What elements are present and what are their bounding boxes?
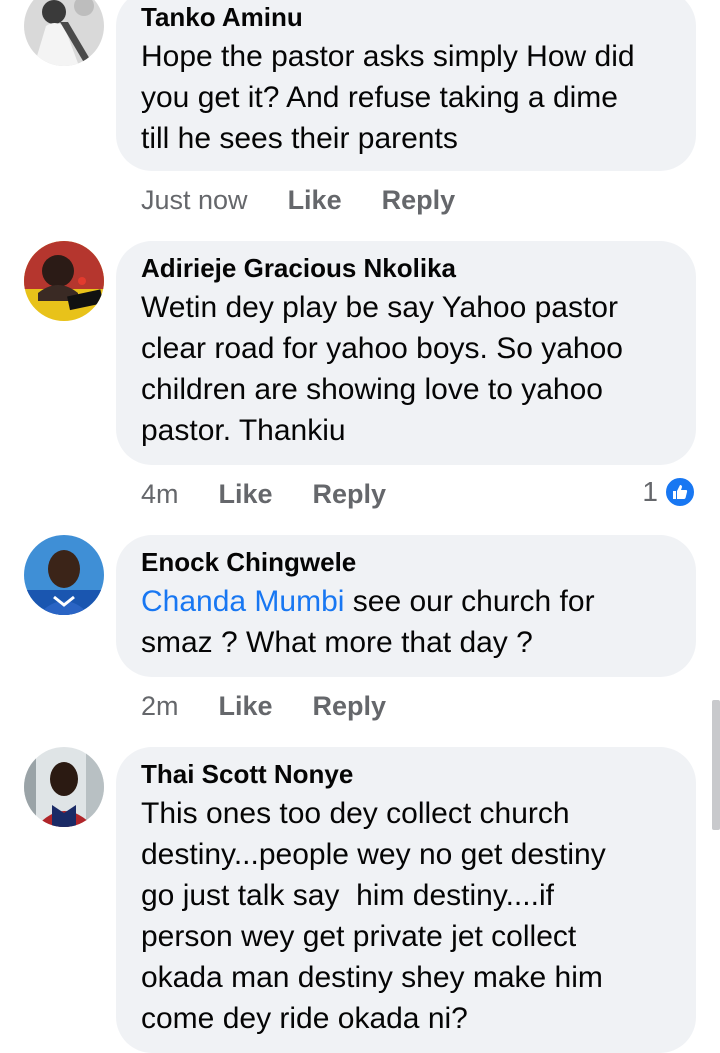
commenter-name[interactable]: Tanko Aminu — [141, 2, 670, 32]
like-button[interactable]: Like — [219, 478, 273, 510]
avatar[interactable] — [24, 241, 104, 321]
comment-actions: Just now Like Reply — [141, 184, 495, 216]
like-button[interactable]: Like — [288, 184, 342, 216]
mention-link[interactable]: Chanda Mumbi — [141, 585, 344, 618]
comment-actions: 2m Like Reply — [141, 690, 426, 722]
comment-actions: 4m Like Reply — [141, 478, 426, 510]
comment-text: This ones too dey collect church destiny… — [141, 797, 606, 1035]
like-button[interactable]: Like — [219, 690, 273, 722]
commenter-name[interactable]: Enock Chingwele — [141, 547, 670, 577]
comment-bubble: Thai Scott Nonye This ones too dey colle… — [116, 747, 696, 1053]
reaction-count: 1 — [642, 476, 658, 507]
reply-button[interactable]: Reply — [313, 690, 387, 722]
scrollbar-thumb[interactable] — [712, 700, 720, 830]
avatar[interactable] — [24, 0, 104, 66]
reaction-summary[interactable]: 1 — [642, 476, 696, 508]
comment-text: Hope the pastor asks simply How did you … — [141, 40, 635, 155]
commenter-name[interactable]: Thai Scott Nonye — [141, 759, 670, 789]
commenter-name[interactable]: Adirieje Gracious Nkolika — [141, 253, 670, 283]
comment-bubble: Enock Chingwele Chanda Mumbi see our chu… — [116, 535, 696, 677]
avatar[interactable] — [24, 535, 104, 615]
reply-button[interactable]: Reply — [313, 478, 387, 510]
thumbs-up-icon — [664, 476, 696, 508]
timestamp[interactable]: Just now — [141, 184, 248, 216]
comment-bubble: Tanko Aminu Hope the pastor asks simply … — [116, 0, 696, 171]
reply-button[interactable]: Reply — [382, 184, 456, 216]
comment-text: Chanda Mumbi see our church for smaz ? W… — [141, 585, 595, 659]
timestamp[interactable]: 4m — [141, 478, 179, 510]
timestamp[interactable]: 2m — [141, 690, 179, 722]
avatar[interactable] — [24, 747, 104, 827]
comment-text: Wetin dey play be say Yahoo pastor clear… — [141, 291, 623, 447]
comment-bubble: Adirieje Gracious Nkolika Wetin dey play… — [116, 241, 696, 465]
